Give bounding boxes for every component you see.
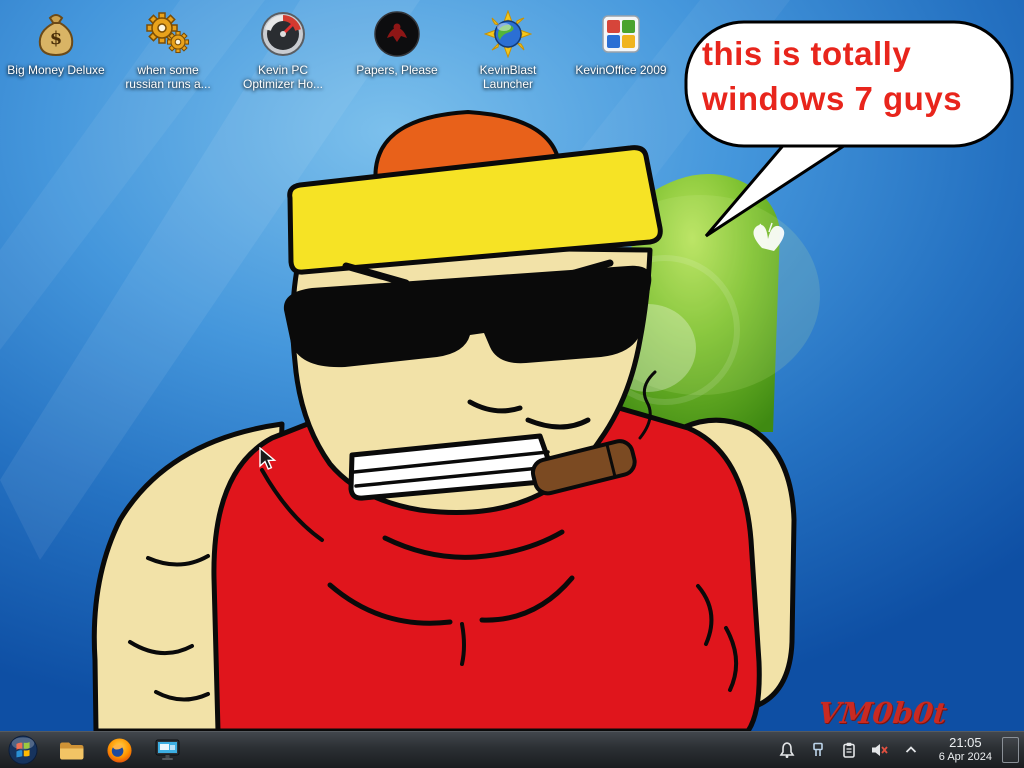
speech-line-2: windows 7 guys bbox=[702, 77, 1002, 122]
volume-muted-icon[interactable] bbox=[870, 740, 890, 760]
desktop-icon-label: Big Money Deluxe bbox=[7, 64, 104, 78]
screen: this is totally windows 7 guys VM0b0t $ … bbox=[0, 0, 1024, 768]
office-grid-icon bbox=[595, 8, 647, 60]
expand-tray-chevron-icon[interactable] bbox=[901, 740, 921, 760]
desktop-icon-label: KevinOffice 2009 bbox=[575, 64, 666, 78]
desktop-icon-label: when some russian runs a... bbox=[117, 64, 219, 92]
desktop-icon-papers-please[interactable]: Papers, Please bbox=[344, 8, 450, 78]
taskbar-clock[interactable]: 21:05 6 Apr 2024 bbox=[929, 736, 1002, 764]
gauge-icon bbox=[257, 8, 309, 60]
start-button[interactable] bbox=[6, 734, 40, 766]
watermark: VM0b0t bbox=[816, 696, 948, 730]
speech-line-1: this is totally bbox=[702, 32, 1002, 77]
show-desktop-button[interactable] bbox=[1002, 737, 1019, 763]
desktop-icon-russian[interactable]: when some russian runs a... bbox=[115, 8, 221, 92]
money-bag-icon: $ bbox=[30, 8, 82, 60]
speech-bubble-text: this is totally windows 7 guys bbox=[702, 32, 1002, 121]
monitor-icon bbox=[154, 738, 181, 762]
desktop-icon-kevinblast-launcher[interactable]: KevinBlast Launcher bbox=[455, 8, 561, 92]
desktop-icon-kevin-pc-optimizer[interactable]: Kevin PC Optimizer Ho... bbox=[230, 8, 336, 92]
notifications-bell-icon[interactable] bbox=[777, 740, 797, 760]
clock-time: 21:05 bbox=[939, 736, 992, 751]
desktop-icon-big-money-deluxe[interactable]: $ Big Money Deluxe bbox=[3, 8, 109, 78]
clock-date: 6 Apr 2024 bbox=[939, 751, 992, 764]
system-monitor-button[interactable] bbox=[150, 734, 184, 766]
device-notifier-icon[interactable] bbox=[808, 740, 828, 760]
gears-icon bbox=[142, 8, 194, 60]
desktop-icon-label: KevinBlast Launcher bbox=[457, 64, 559, 92]
desktop-wallpaper: this is totally windows 7 guys VM0b0t $ … bbox=[0, 0, 1024, 731]
taskbar: 21:05 6 Apr 2024 bbox=[0, 731, 1024, 768]
folder-icon bbox=[58, 738, 85, 762]
desktop-icon-label: Papers, Please bbox=[356, 64, 437, 78]
system-tray bbox=[777, 740, 929, 760]
taskbar-launchers bbox=[0, 734, 184, 766]
svg-text:$: $ bbox=[50, 28, 63, 49]
desktop-icon-label: Kevin PC Optimizer Ho... bbox=[232, 64, 334, 92]
desktop-icon-kevinoffice-2009[interactable]: KevinOffice 2009 bbox=[568, 8, 674, 78]
papers-please-icon bbox=[371, 8, 423, 60]
clipboard-icon[interactable] bbox=[839, 740, 859, 760]
firefox-icon bbox=[106, 737, 133, 764]
file-manager-button[interactable] bbox=[54, 734, 88, 766]
globe-sun-icon bbox=[482, 8, 534, 60]
windows-orb-icon bbox=[8, 735, 38, 765]
firefox-button[interactable] bbox=[102, 734, 136, 766]
